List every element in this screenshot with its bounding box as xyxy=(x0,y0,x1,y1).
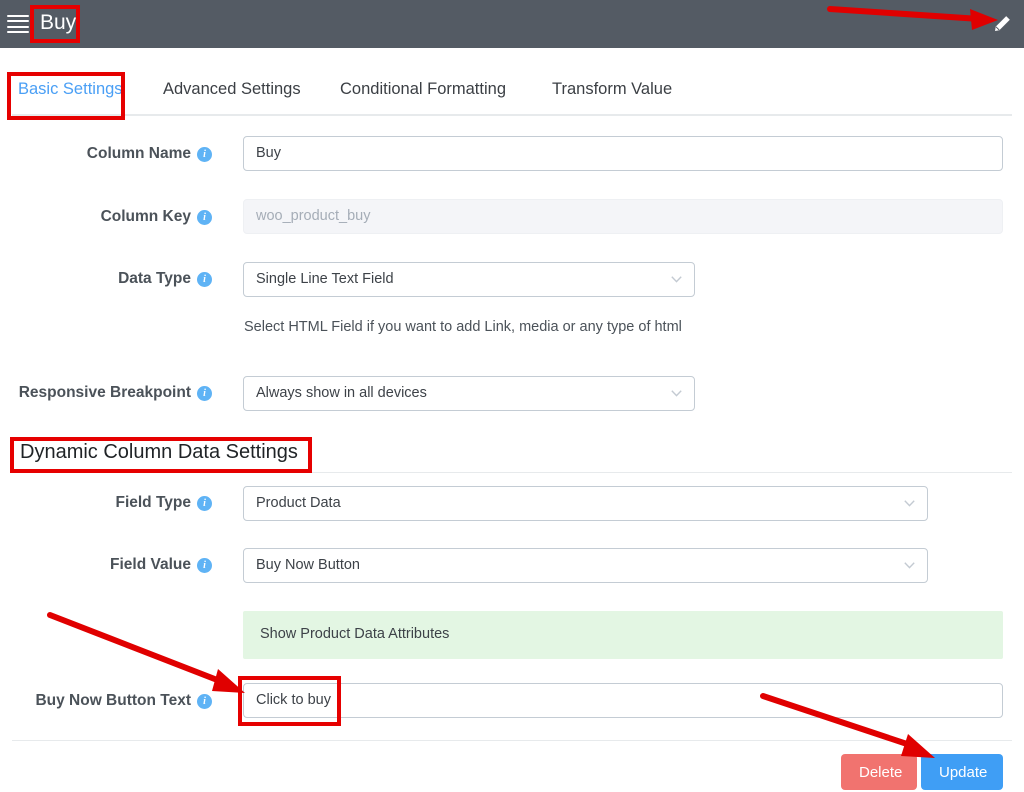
select-field-type[interactable]: Product Data xyxy=(243,486,928,521)
select-data-type[interactable]: Single Line Text Field xyxy=(243,262,695,297)
section-divider xyxy=(12,472,1012,473)
label-buy-now-button-text-text: Buy Now Button Text xyxy=(35,692,191,709)
label-field-value: Field Value i xyxy=(0,556,212,574)
label-column-name-text: Column Name xyxy=(86,145,191,162)
info-icon-field-type[interactable]: i xyxy=(197,496,212,511)
label-column-name: Column Name i xyxy=(0,145,212,163)
tab-advanced-settings[interactable]: Advanced Settings xyxy=(163,80,301,99)
pencil-icon[interactable] xyxy=(992,14,1012,34)
update-button[interactable]: Update xyxy=(921,754,1003,790)
chevron-down-icon-data-type xyxy=(671,276,682,283)
chevron-down-icon-responsive-breakpoint xyxy=(671,390,682,397)
tab-transform-value[interactable]: Transform Value xyxy=(552,80,672,99)
top-bar: Buy xyxy=(0,0,1024,48)
input-column-name[interactable]: Buy xyxy=(243,136,1003,171)
page-title: Buy xyxy=(40,11,77,34)
tab-underline xyxy=(12,114,1012,116)
tab-conditional-formatting[interactable]: Conditional Formatting xyxy=(340,80,506,99)
select-responsive-breakpoint[interactable]: Always show in all devices xyxy=(243,376,695,411)
info-icon-column-name[interactable]: i xyxy=(197,147,212,162)
select-field-type-value: Product Data xyxy=(256,495,341,511)
delete-button[interactable]: Delete xyxy=(841,754,917,790)
select-field-value-value: Buy Now Button xyxy=(256,557,360,573)
tab-bar: Basic Settings Advanced Settings Conditi… xyxy=(0,48,1024,116)
select-data-type-value: Single Line Text Field xyxy=(256,271,394,287)
hamburger-icon[interactable] xyxy=(7,13,29,35)
input-buy-now-button-text[interactable]: Click to buy xyxy=(243,683,1003,718)
select-responsive-breakpoint-value: Always show in all devices xyxy=(256,385,427,401)
info-icon-responsive-breakpoint[interactable]: i xyxy=(197,386,212,401)
label-field-type: Field Type i xyxy=(0,494,212,512)
helper-text-data-type: Select HTML Field if you want to add Lin… xyxy=(244,319,682,335)
input-column-key[interactable]: woo_product_buy xyxy=(243,199,1003,234)
label-data-type: Data Type i xyxy=(0,270,212,288)
tab-basic-settings[interactable]: Basic Settings xyxy=(18,80,123,99)
label-field-type-text: Field Type xyxy=(115,494,191,511)
label-column-key: Column Key i xyxy=(0,208,212,226)
footer-divider xyxy=(12,740,1012,741)
label-data-type-text: Data Type xyxy=(118,270,191,287)
info-icon-data-type[interactable]: i xyxy=(197,272,212,287)
label-field-value-text: Field Value xyxy=(110,556,191,573)
notice-text: Show Product Data Attributes xyxy=(260,626,450,642)
label-responsive-breakpoint-text: Responsive Breakpoint xyxy=(18,384,191,401)
info-icon-field-value[interactable]: i xyxy=(197,558,212,573)
select-field-value[interactable]: Buy Now Button xyxy=(243,548,928,583)
section-heading-dynamic-column-data: Dynamic Column Data Settings xyxy=(20,441,298,463)
label-buy-now-button-text: Buy Now Button Text i xyxy=(0,692,212,710)
info-icon-buy-now-button-text[interactable]: i xyxy=(197,694,212,709)
chevron-down-icon-field-value xyxy=(904,562,915,569)
chevron-down-icon-field-type xyxy=(904,500,915,507)
label-column-key-text: Column Key xyxy=(100,208,191,225)
column-settings-panel: Buy Basic Settings Advanced Settings Con… xyxy=(0,0,1024,792)
info-icon-column-key[interactable]: i xyxy=(197,210,212,225)
label-responsive-breakpoint: Responsive Breakpoint i xyxy=(0,384,212,402)
notice-product-data-attributes[interactable]: Show Product Data Attributes xyxy=(243,611,1003,659)
